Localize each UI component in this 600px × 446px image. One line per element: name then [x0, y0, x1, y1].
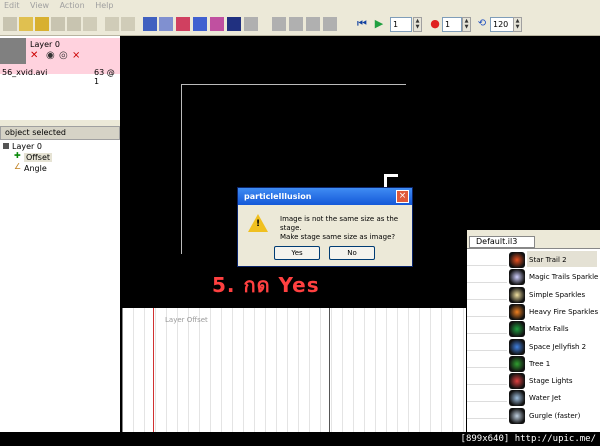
rewind-icon[interactable]: ⏮ — [355, 17, 369, 31]
current-frame-stepper[interactable]: ▲ ▼ — [462, 17, 471, 32]
library-tree-lines — [467, 249, 507, 433]
warning-mark: ! — [256, 219, 261, 229]
copy-icon[interactable] — [67, 17, 81, 31]
current-frame-input[interactable]: 1 — [442, 17, 462, 32]
library-list: Star Trail 2 Magic Trails Sparkle Simple S… — [467, 248, 600, 433]
start-frame-input[interactable]: 1 — [390, 17, 412, 32]
dialog-title: particleIllusion — [238, 188, 412, 205]
annotation-text: 5. กด Yes — [212, 273, 320, 297]
toolbar: ⏮ ▶ 1 ▲ ▼ ● 1 ▲ ▼ ⟲ 120 ▲ ▼ — [0, 12, 600, 36]
library-thumbnail — [509, 407, 525, 424]
layer-tree-icon — [3, 143, 9, 149]
library-item[interactable]: Star Trail 2 — [529, 252, 599, 268]
fps-input[interactable]: 120 — [490, 17, 514, 32]
layer-name: Layer 0 — [30, 40, 60, 49]
grid-icon[interactable] — [227, 17, 241, 31]
layer-frame-info: 63 @ 1 — [94, 68, 115, 86]
object-panel-title: object selected — [0, 126, 120, 140]
stage-marker — [384, 174, 398, 188]
library-item[interactable]: Space Jellyfish 2 — [529, 339, 599, 355]
eye-icon[interactable]: ◉ — [46, 51, 56, 61]
message-dialog: particleIllusion × ! Image is not the sa… — [237, 187, 413, 267]
arrow-down-icon[interactable] — [306, 17, 320, 31]
library-item[interactable]: Magic Trails Sparkle — [529, 269, 599, 285]
library-item[interactable]: Water Jet — [529, 390, 599, 406]
object-tree: Layer 0 ✚ Offset ∠ Angle — [0, 140, 120, 432]
angle-icon: ∠ — [14, 162, 22, 171]
tree-item-offset[interactable]: Offset — [24, 153, 53, 162]
library-item[interactable]: Gurgle (faster) — [529, 408, 599, 424]
layer-list: Layer 0 ✕ ◉ ◎ ⨯ 56_xvid.avi 63 @ 1 — [0, 36, 120, 120]
library-thumbnail — [509, 373, 525, 390]
lock-icon[interactable]: ◎ — [59, 51, 69, 61]
library-thumbnail — [509, 355, 525, 372]
timeline-label: Layer Offset — [165, 316, 208, 324]
timeline-divider — [329, 308, 330, 432]
library-thumbnail — [509, 321, 525, 338]
menu-action[interactable]: Action — [56, 0, 89, 12]
library-thumbnail — [509, 338, 525, 355]
blocker-icon[interactable] — [193, 17, 207, 31]
dialog-line-2: Make stage same size as image? — [280, 233, 396, 241]
library-thumbnail — [509, 303, 525, 320]
library-thumbnail — [509, 252, 525, 268]
timeline[interactable]: Layer Offset — [122, 308, 466, 432]
arrow-right-icon[interactable] — [323, 17, 337, 31]
library-item[interactable]: Stage Lights — [529, 373, 599, 389]
start-frame-stepper[interactable]: ▲ ▼ — [413, 17, 422, 32]
library-tab[interactable]: Default.il3 — [469, 236, 535, 248]
layer-thumbnail — [0, 38, 26, 64]
left-panel: Layer 0 ✕ ◉ ◎ ⨯ 56_xvid.avi 63 @ 1 objec… — [0, 36, 120, 432]
menu-view[interactable]: View — [26, 0, 53, 12]
emitter-icon[interactable] — [143, 17, 157, 31]
play-icon[interactable]: ▶ — [372, 17, 386, 31]
arrow-left-icon[interactable] — [272, 17, 286, 31]
library-thumbnail — [509, 390, 525, 407]
deflector-icon[interactable] — [176, 17, 190, 31]
new-icon[interactable] — [3, 17, 17, 31]
right-panel: Default.il3 Star Trail 2 Magic Trails Spa… — [467, 36, 600, 433]
record-icon[interactable]: ● — [428, 17, 442, 31]
delete-icon[interactable]: ⨯ — [72, 51, 82, 61]
yes-button[interactable]: Yes — [274, 246, 320, 260]
library-thumbnail — [509, 269, 525, 286]
library-thumbnail — [509, 286, 525, 303]
paste-icon[interactable] — [83, 17, 97, 31]
menu-bar: Edit View Action Help — [0, 0, 600, 12]
folder-icon[interactable] — [35, 17, 49, 31]
no-button[interactable]: No — [329, 246, 375, 260]
library-item[interactable]: Matrix Falls — [529, 321, 599, 337]
close-icon[interactable]: × — [396, 190, 409, 203]
tree-root[interactable]: Layer 0 — [12, 142, 42, 151]
save-icon[interactable] — [51, 17, 65, 31]
dialog-message: Image is not the same size as the stage.… — [280, 215, 412, 242]
library-item[interactable]: Simple Sparkles — [529, 287, 599, 303]
hide-icon[interactable]: ✕ — [30, 51, 40, 61]
move-icon[interactable] — [244, 17, 258, 31]
arrow-up-icon[interactable] — [289, 17, 303, 31]
preview-area — [467, 36, 600, 230]
playhead[interactable] — [153, 308, 154, 432]
library-item[interactable]: Tree 1 — [529, 356, 599, 372]
layer-file: 56_xvid.avi — [2, 68, 48, 77]
tree-item-angle[interactable]: Angle — [24, 164, 47, 173]
plus-icon: ✚ — [14, 151, 21, 160]
footer-watermark: [899x640] http://upic.me/ — [0, 432, 600, 446]
dialog-line-1: Image is not the same size as the stage. — [280, 215, 399, 232]
redo-icon[interactable] — [121, 17, 135, 31]
undo-icon[interactable] — [105, 17, 119, 31]
menu-edit[interactable]: Edit — [0, 0, 24, 12]
loop-icon[interactable]: ⟲ — [475, 17, 489, 31]
library-item[interactable]: Heavy Fire Sparkles — [529, 304, 599, 320]
open-icon[interactable] — [19, 17, 33, 31]
timeline-grid — [123, 308, 466, 432]
select-icon[interactable] — [159, 17, 173, 31]
menu-help[interactable]: Help — [91, 0, 117, 12]
force-icon[interactable] — [210, 17, 224, 31]
fps-stepper[interactable]: ▲ ▼ — [513, 17, 522, 32]
